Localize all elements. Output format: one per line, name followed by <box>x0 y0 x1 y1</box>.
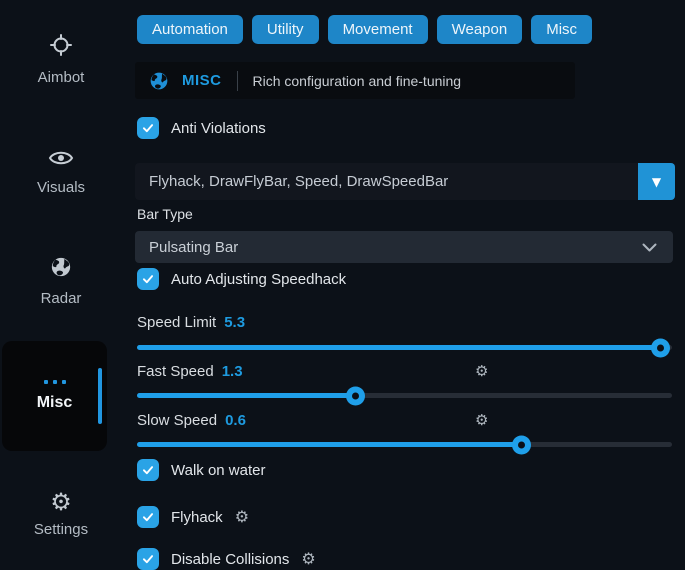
divider <box>237 71 238 91</box>
bar-multiselect-value: Flyhack, DrawFlyBar, Speed, DrawSpeedBar <box>135 173 638 190</box>
auto-adjusting-row: Auto Adjusting Speedhack <box>137 268 346 290</box>
anti-violations-checkbox[interactable] <box>137 117 159 139</box>
walk-on-water-label: Walk on water <box>171 462 265 479</box>
bar-type-label: Bar Type <box>137 206 193 222</box>
triangle-down-icon: ▼ <box>652 175 661 189</box>
walk-on-water-checkbox[interactable] <box>137 459 159 481</box>
anti-violations-row: Anti Violations <box>137 117 266 139</box>
fast-speed-slider-handle[interactable] <box>346 386 365 405</box>
fast-speed-label-row: Fast Speed 1.3 ⚙ <box>137 362 673 380</box>
slider-fill <box>137 345 661 350</box>
check-icon <box>141 272 155 286</box>
sidebar-item-label: Aimbot <box>38 69 85 86</box>
ellipsis-icon <box>44 380 66 384</box>
bar-type-value: Pulsating Bar <box>149 239 238 256</box>
check-icon <box>141 121 155 135</box>
slow-speed-label-row: Slow Speed 0.6 ⚙ <box>137 411 673 429</box>
anti-violations-label: Anti Violations <box>171 120 266 137</box>
sidebar-item-settings[interactable]: ⚙ Settings <box>6 490 116 538</box>
bar-multiselect[interactable]: Flyhack, DrawFlyBar, Speed, DrawSpeedBar… <box>135 163 675 200</box>
active-indicator-bar <box>98 368 102 424</box>
fast-speed-label: Fast Speed <box>137 363 214 380</box>
sidebar-item-radar[interactable]: Radar <box>6 256 116 307</box>
speed-limit-value: 5.3 <box>224 314 245 331</box>
tab-automation[interactable]: Automation <box>137 15 243 44</box>
walk-on-water-row: Walk on water <box>137 459 265 481</box>
gear-icon[interactable]: ⚙ <box>301 551 315 567</box>
auto-adjusting-label: Auto Adjusting Speedhack <box>171 271 346 288</box>
slow-speed-value: 0.6 <box>225 412 246 429</box>
sidebar-item-visuals[interactable]: Visuals <box>6 149 116 196</box>
category-title: MISC <box>182 72 222 89</box>
crosshair-icon <box>49 33 73 62</box>
speed-limit-slider[interactable] <box>137 345 672 350</box>
bar-type-select[interactable]: Pulsating Bar <box>135 231 673 263</box>
sidebar-item-label: Visuals <box>37 179 85 196</box>
speed-limit-slider-handle[interactable] <box>651 338 670 357</box>
chevron-down-icon <box>642 243 657 252</box>
sidebar-item-misc-selected[interactable]: Misc <box>2 341 107 451</box>
slow-speed-label: Slow Speed <box>137 412 217 429</box>
gear-icon: ⚙ <box>50 490 72 514</box>
flyhack-checkbox[interactable] <box>137 506 159 528</box>
fast-speed-value: 1.3 <box>222 363 243 380</box>
multiselect-dropdown-button[interactable]: ▼ <box>638 163 675 200</box>
tab-misc[interactable]: Misc <box>531 15 592 44</box>
tab-weapon[interactable]: Weapon <box>437 15 523 44</box>
check-icon <box>141 463 155 477</box>
gear-icon[interactable]: ⚙ <box>235 509 249 525</box>
flyhack-row: Flyhack ⚙ <box>137 506 249 528</box>
slow-speed-slider-handle[interactable] <box>512 435 531 454</box>
sidebar: Aimbot Visuals Radar Misc ⚙ Settings <box>0 0 122 563</box>
category-description: Rich configuration and fine-tuning <box>253 73 462 89</box>
tab-movement[interactable]: Movement <box>328 15 428 44</box>
globe-icon <box>149 71 169 91</box>
globe-icon <box>50 256 72 283</box>
speed-limit-label: Speed Limit <box>137 314 216 331</box>
gear-icon[interactable]: ⚙ <box>475 364 488 379</box>
disable-collisions-label: Disable Collisions <box>171 551 289 568</box>
disable-collisions-checkbox[interactable] <box>137 548 159 570</box>
slider-fill <box>137 393 356 398</box>
disable-collisions-row: Disable Collisions ⚙ <box>137 548 316 570</box>
fast-speed-slider[interactable] <box>137 393 672 398</box>
check-icon <box>141 510 155 524</box>
category-header: MISC Rich configuration and fine-tuning <box>135 62 575 99</box>
speed-limit-label-row: Speed Limit 5.3 <box>137 313 673 331</box>
auto-adjusting-checkbox[interactable] <box>137 268 159 290</box>
sidebar-item-label: Radar <box>41 290 82 307</box>
slider-fill <box>137 442 522 447</box>
sidebar-item-label: Settings <box>34 521 88 538</box>
check-icon <box>141 552 155 566</box>
sidebar-item-aimbot[interactable]: Aimbot <box>6 33 116 86</box>
slow-speed-slider[interactable] <box>137 442 672 447</box>
flyhack-label: Flyhack <box>171 509 223 526</box>
gear-icon[interactable]: ⚙ <box>475 413 488 428</box>
eye-icon <box>48 149 74 172</box>
sidebar-item-label: Misc <box>37 394 73 412</box>
tab-utility[interactable]: Utility <box>252 15 319 44</box>
main-content: Automation Utility Movement Weapon Misc … <box>135 0 675 563</box>
category-tabs: Automation Utility Movement Weapon Misc <box>137 15 592 44</box>
